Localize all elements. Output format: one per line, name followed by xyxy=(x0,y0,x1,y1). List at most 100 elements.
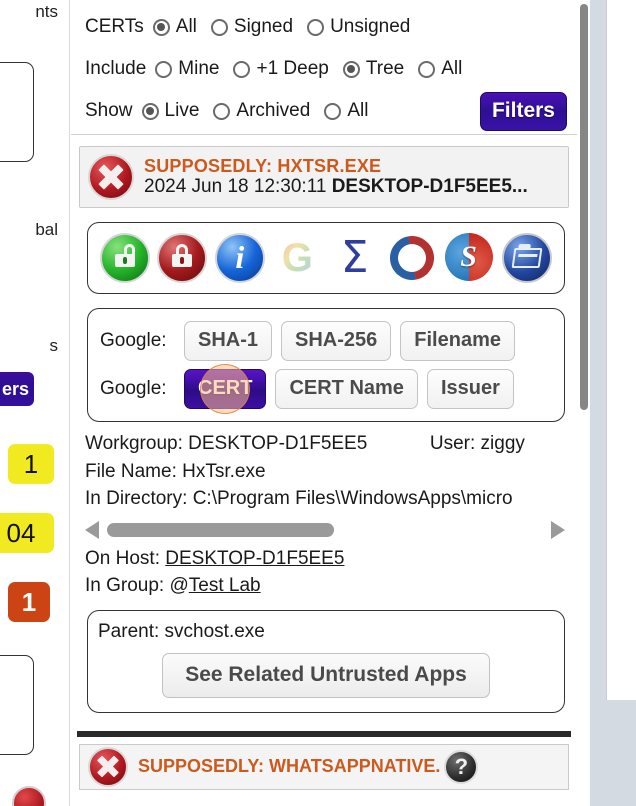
info-blue-icon[interactable]: i xyxy=(214,233,265,283)
google-cert-button[interactable]: CERT xyxy=(184,364,267,414)
red-x-circle-icon xyxy=(88,746,128,787)
google-sha256-button[interactable]: SHA-256 xyxy=(281,321,392,361)
google-label-2: Google: xyxy=(100,378,167,399)
radio-label: All xyxy=(347,100,369,121)
alert-header-row[interactable]: SUPPOSEDLY: HXTSR.EXE 2024 Jun 18 12:30:… xyxy=(79,146,569,208)
sigma-icon[interactable]: Σ xyxy=(330,233,380,283)
google-sha1-button[interactable]: SHA-1 xyxy=(184,321,273,361)
window-right-chrome xyxy=(590,0,636,806)
app-root: nts bal s ers 1 04 1 CERTs All Signed Un… xyxy=(0,0,636,806)
in-group-label: In Group: xyxy=(85,575,165,597)
parent-process-card: Parent: svchost.exe See Related Untruste… xyxy=(87,609,565,713)
radio-icon xyxy=(213,102,231,120)
left-badge-count-3[interactable]: 1 xyxy=(8,582,50,622)
filter-row-certs: CERTs All Signed Unsigned xyxy=(85,6,567,48)
radio-label: Archived xyxy=(236,100,311,121)
red-x-circle-icon xyxy=(88,154,134,200)
google-cert-name-button[interactable]: CERT Name xyxy=(275,369,418,409)
radio-label: Mine xyxy=(178,58,220,79)
alert-header-text: SUPPOSEDLY: HXTSR.EXE 2024 Jun 18 12:30:… xyxy=(144,156,528,199)
radio-show-all[interactable]: All xyxy=(324,100,368,122)
radio-label: Tree xyxy=(365,58,405,79)
chrome-lower xyxy=(606,700,636,806)
left-card-fragment-2 xyxy=(0,655,34,755)
left-badge-count-1[interactable]: 1 xyxy=(8,444,54,484)
user-value: ziggy xyxy=(480,433,525,454)
radio-icon xyxy=(418,60,436,78)
detail-pane-vertical-scrollbar[interactable] xyxy=(578,0,590,806)
left-badge-count-2[interactable]: 04 xyxy=(0,513,54,553)
user-label: User: xyxy=(429,433,476,454)
filters-button[interactable]: Filters xyxy=(479,91,567,131)
parent-label: Parent: xyxy=(98,620,160,642)
scroll-thumb[interactable] xyxy=(107,522,334,537)
section-separator xyxy=(77,728,571,737)
left-text-fragment-low: s xyxy=(49,336,59,355)
scroll-thumb[interactable] xyxy=(580,4,588,410)
left-alert-icon-fragment xyxy=(12,786,46,806)
workgroup-label: Workgroup: xyxy=(85,433,183,454)
lookup-icon-strip-card: i G Σ S xyxy=(87,222,565,294)
next-alert-row[interactable]: SUPPOSEDLY: WHATSAPPNATIVE. ? xyxy=(79,743,569,790)
google-lookup-grid: Google: SHA-1 SHA-256 Filename Google: C… xyxy=(96,317,556,414)
unlocked-padlock-green-icon[interactable] xyxy=(100,233,150,283)
radio-show-archived[interactable]: Archived xyxy=(213,100,310,122)
left-filters-button-fragment[interactable]: ers xyxy=(0,372,34,406)
chrome-notch xyxy=(606,0,636,700)
virustotal-ring-icon[interactable] xyxy=(381,227,443,289)
detail-pane: CERTs All Signed Unsigned Include Mine +… xyxy=(71,0,577,806)
on-host-line: On Host: DESKTOP-D1F5EE5 xyxy=(85,545,577,573)
locked-padlock-red-icon[interactable] xyxy=(157,233,208,283)
alert-host: DESKTOP-D1F5EE5... xyxy=(331,176,528,198)
file-details-block: Workgroup: DESKTOP-D1F5EE5 User: ziggy F… xyxy=(71,422,577,513)
directory-horizontal-scrollbar[interactable] xyxy=(85,519,565,541)
open-folder-icon[interactable] xyxy=(501,233,552,283)
radio-include-mine[interactable]: Mine xyxy=(155,58,219,80)
radio-label: Unsigned xyxy=(330,16,411,37)
radio-label: All xyxy=(441,58,463,79)
scroll-left-arrow-icon[interactable] xyxy=(85,520,99,539)
in-group-at: @ xyxy=(169,575,189,597)
parent-value: svchost.exe xyxy=(164,620,265,642)
google-g-icon[interactable]: G xyxy=(272,233,322,283)
scroll-track[interactable] xyxy=(107,522,543,537)
filter-label-include: Include xyxy=(85,58,147,79)
sysinternals-sync-icon[interactable]: S xyxy=(444,233,495,283)
radio-include-tree[interactable]: Tree xyxy=(342,58,405,80)
radio-include-plus1deep[interactable]: +1 Deep xyxy=(233,58,329,80)
host-group-block: On Host: DESKTOP-D1F5EE5 In Group: @Test… xyxy=(71,545,577,600)
workgroup-line: Workgroup: DESKTOP-D1F5EE5 User: ziggy xyxy=(85,430,577,458)
see-related-untrusted-apps-button[interactable]: See Related Untrusted Apps xyxy=(162,652,490,698)
help-question-icon[interactable]: ? xyxy=(444,749,479,784)
radio-label: Signed xyxy=(233,16,294,37)
filter-block: CERTs All Signed Unsigned Include Mine +… xyxy=(71,0,577,135)
directory-line: In Directory: C:\Program Files\WindowsAp… xyxy=(85,485,577,513)
radio-certs-unsigned[interactable]: Unsigned xyxy=(307,16,410,38)
filename-line: File Name: HxTsr.exe xyxy=(85,458,577,486)
filter-label-certs: CERTs xyxy=(85,16,144,37)
radio-include-all[interactable]: All xyxy=(418,58,462,80)
scroll-right-arrow-icon[interactable] xyxy=(551,520,565,539)
left-list-column: nts bal s ers 1 04 1 xyxy=(0,0,62,806)
on-host-link[interactable]: DESKTOP-D1F5EE5 xyxy=(165,548,344,569)
radio-certs-all[interactable]: All xyxy=(152,16,197,38)
google-cert-button-label: CERT xyxy=(198,377,253,399)
filename-value: HxTsr.exe xyxy=(182,460,266,482)
radio-label: Live xyxy=(164,100,200,121)
filter-row-include: Include Mine +1 Deep Tree All xyxy=(85,48,567,90)
workgroup-value: DESKTOP-D1F5EE5 xyxy=(188,433,368,454)
radio-show-live[interactable]: Live xyxy=(141,100,200,122)
google-issuer-button[interactable]: Issuer xyxy=(426,369,514,409)
google-lookup-card: Google: SHA-1 SHA-256 Filename Google: C… xyxy=(87,308,565,422)
google-filename-button[interactable]: Filename xyxy=(400,321,515,361)
in-group-link[interactable]: Test Lab xyxy=(189,575,261,596)
in-group-line: In Group: @Test Lab xyxy=(85,572,577,600)
radio-icon xyxy=(210,18,228,36)
google-row-certs: Google: CERT CERT Name Issuer xyxy=(100,364,554,414)
parent-line: Parent: svchost.exe xyxy=(98,621,554,643)
alert-timestamp: 2024 Jun 18 12:30:11 xyxy=(144,176,327,198)
filter-label-show: Show xyxy=(85,100,133,121)
alert-subtitle: 2024 Jun 18 12:30:11 DESKTOP-D1F5EE5... xyxy=(144,176,528,198)
pane-divider xyxy=(62,0,70,806)
radio-certs-signed[interactable]: Signed xyxy=(210,16,294,38)
